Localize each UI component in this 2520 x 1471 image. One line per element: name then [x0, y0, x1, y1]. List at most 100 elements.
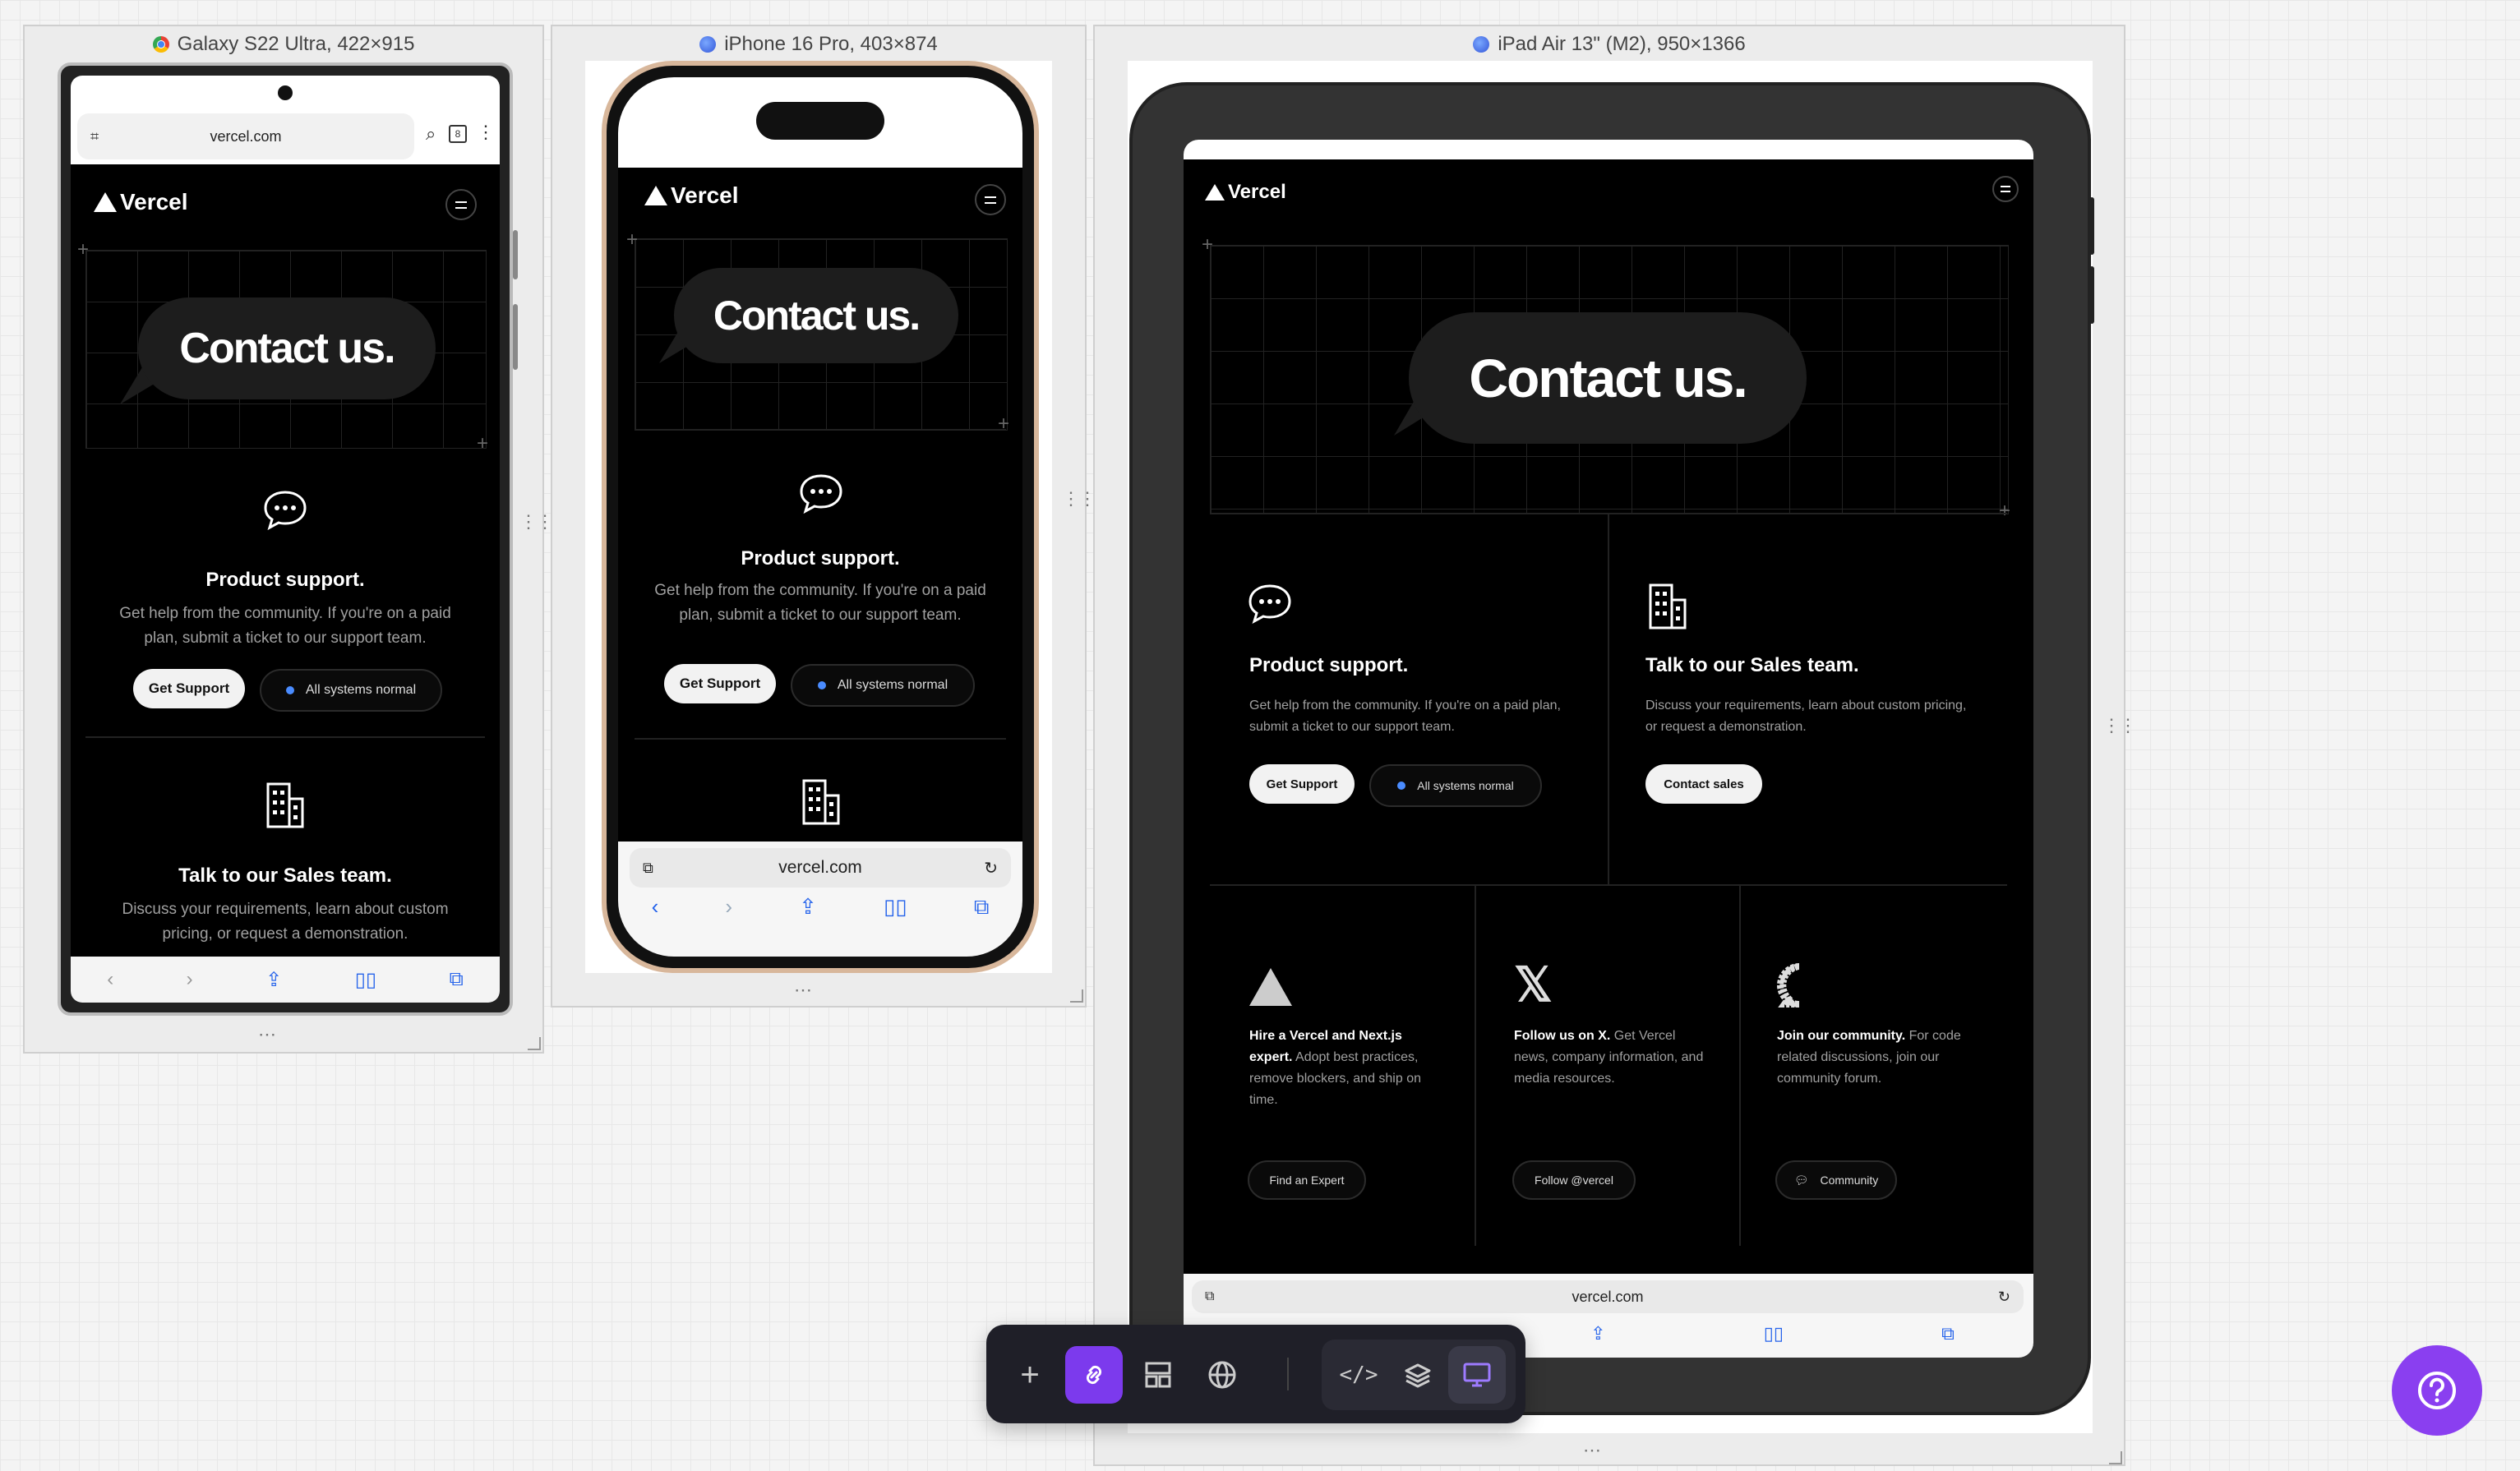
galaxy-get-support-button[interactable]: Get Support [133, 669, 245, 708]
community-text: Join our community. For code related dis… [1777, 1026, 1974, 1090]
ipad-bottom-drag-handle[interactable]: ⋯ [1583, 1441, 1601, 1459]
galaxy-resize-handle[interactable] [528, 1037, 541, 1050]
galaxy-support-title: Product support. [205, 569, 365, 591]
reload-icon[interactable]: ↻ [1998, 1289, 2010, 1306]
menu-button[interactable] [975, 184, 1006, 215]
vercel-triangle-icon [1205, 184, 1225, 201]
iphone-support-title: Product support. [741, 547, 900, 569]
plus-marker: + [998, 413, 1010, 435]
layers-button[interactable] [1389, 1346, 1447, 1404]
galaxy-url-text: vercel.com [210, 127, 282, 145]
iphone-status-button[interactable]: All systems normal [791, 664, 975, 707]
desktop-button[interactable] [1448, 1346, 1506, 1404]
status-label: All systems normal [1417, 779, 1514, 792]
plus-marker: + [626, 228, 639, 251]
ipad-title-text: iPad Air 13" (M2), 950×1366 [1498, 33, 1746, 55]
question-icon [2418, 1372, 2456, 1409]
share-icon[interactable]: ⇪ [1590, 1323, 1605, 1344]
contact-sales-button[interactable]: Contact sales [1645, 764, 1762, 804]
follow-vercel-button[interactable]: Follow @vercel [1512, 1160, 1636, 1200]
galaxy-url-bar[interactable]: ⌗ vercel.com [77, 113, 414, 159]
page-menu-icon[interactable]: ⧉ [643, 860, 653, 877]
tabs-icon[interactable]: ⧉ [974, 894, 990, 920]
ipad-status-button[interactable]: All systems normal [1369, 764, 1542, 807]
chat-bubble-icon [263, 490, 307, 531]
layout-button[interactable] [1129, 1346, 1187, 1404]
ipad-side-drag-handle[interactable]: ⋮⋮ [2102, 717, 2137, 735]
ipad-resize-handle[interactable] [2109, 1451, 2122, 1464]
bookmarks-icon[interactable]: ▯▯ [884, 894, 907, 920]
button-label: Get Support [1266, 777, 1338, 791]
ipad-logo[interactable]: Vercel [1205, 181, 1286, 204]
ipad-device: Vercel + + Contact us. Product support. … [1129, 82, 2094, 1415]
galaxy-screen: ⌗ vercel.com ⌕ 8 ⋮ Vercel + + Contact us… [71, 76, 500, 1003]
community-chat-icon [1777, 963, 1821, 1008]
link-button[interactable] [1065, 1346, 1123, 1404]
galaxy-sales-desc: Discuss your requirements, learn about c… [122, 901, 449, 943]
page-menu-icon[interactable]: ⧉ [1205, 1289, 1214, 1304]
bookmarks-icon[interactable]: ▯▯ [355, 968, 376, 992]
divider [1608, 513, 1609, 884]
tabs-icon[interactable]: 8 [449, 125, 467, 143]
iphone-title-text: iPhone 16 Pro, 403×874 [724, 33, 938, 55]
iphone-resize-handle[interactable] [1070, 989, 1083, 1003]
logo-text: Vercel [671, 182, 739, 208]
galaxy-bottom-drag-handle[interactable]: ⋯ [258, 1026, 276, 1044]
forward-icon[interactable]: › [725, 894, 732, 920]
divider [635, 429, 1006, 431]
scan-icon[interactable]: ⌗ [90, 128, 99, 145]
divider [85, 736, 485, 738]
bookmarks-icon[interactable]: ▯▯ [1764, 1323, 1784, 1344]
menu-button[interactable] [1992, 176, 2019, 202]
ipad-frame: iPad Air 13" (M2), 950×1366 Vercel + + C… [1093, 25, 2137, 1466]
tabs-icon[interactable]: ⧉ [450, 968, 464, 991]
front-camera [278, 85, 293, 100]
x-bold: Follow us on X. [1514, 1029, 1611, 1043]
iphone-get-support-button[interactable]: Get Support [664, 664, 776, 703]
menu-button[interactable] [445, 189, 477, 220]
galaxy-frame: Galaxy S22 Ultra, 422×915 ⌗ vercel.com ⌕… [23, 25, 554, 1054]
galaxy-side-drag-handle[interactable]: ⋮⋮ [519, 513, 554, 531]
globe-button[interactable] [1193, 1346, 1251, 1404]
iphone-logo[interactable]: Vercel [644, 182, 739, 209]
ipad-support-desc: Get help from the community. If you're o… [1249, 699, 1561, 734]
code-button[interactable]: </> [1330, 1346, 1387, 1404]
community-button[interactable]: 💬︎ Community [1775, 1160, 1897, 1200]
divider [635, 738, 1006, 740]
button-label: Get Support [148, 680, 230, 696]
speech-bubble-icon: 💬︎ [1793, 1173, 1809, 1187]
tabs-icon[interactable]: ⧉ [1941, 1323, 1955, 1344]
iphone-url-bar[interactable]: ⧉ vercel.com ↻ [630, 848, 1011, 888]
find-expert-button[interactable]: Find an Expert [1248, 1160, 1366, 1200]
status-dot-icon [285, 686, 294, 694]
floating-toolbar: + </> [986, 1325, 1525, 1423]
share-icon[interactable]: ⇪ [799, 894, 817, 920]
ipad-get-support-button[interactable]: Get Support [1249, 764, 1355, 804]
share-icon[interactable]: ⇪ [265, 968, 282, 992]
iphone-side-drag-handle[interactable]: ⋮⋮ [1062, 490, 1096, 508]
ipad-screen: Vercel + + Contact us. Product support. … [1184, 140, 2033, 1358]
back-icon[interactable]: ‹ [107, 968, 113, 991]
reload-icon[interactable]: ↻ [984, 858, 998, 878]
forward-icon[interactable]: › [187, 968, 193, 991]
add-button[interactable]: + [1001, 1346, 1059, 1404]
ipad-frame-title: iPad Air 13" (M2), 950×1366 [1095, 26, 2124, 62]
status-label: All systems normal [837, 678, 948, 692]
plus-marker: + [1202, 233, 1214, 256]
hero-title: Contact us. [713, 293, 921, 339]
galaxy-status-button[interactable]: All systems normal [260, 669, 442, 712]
divider [1475, 884, 1476, 1246]
layout-icon [1145, 1362, 1171, 1388]
hero-title: Contact us. [179, 325, 395, 372]
galaxy-logo[interactable]: Vercel [94, 189, 188, 215]
help-button[interactable] [2392, 1345, 2482, 1436]
search-icon[interactable]: ⌕ [426, 123, 436, 145]
logo-text: Vercel [120, 189, 188, 214]
back-icon[interactable]: ‹ [652, 894, 659, 920]
plus-marker: + [1999, 500, 2011, 522]
more-icon[interactable]: ⋮ [477, 122, 495, 143]
vercel-triangle-dotted-icon [1249, 968, 1292, 1006]
ipad-url-bar[interactable]: ⧉ vercel.com ↻ [1192, 1280, 2024, 1313]
button-label: Community [1820, 1174, 1879, 1187]
iphone-bottom-drag-handle[interactable]: ⋯ [794, 981, 812, 999]
